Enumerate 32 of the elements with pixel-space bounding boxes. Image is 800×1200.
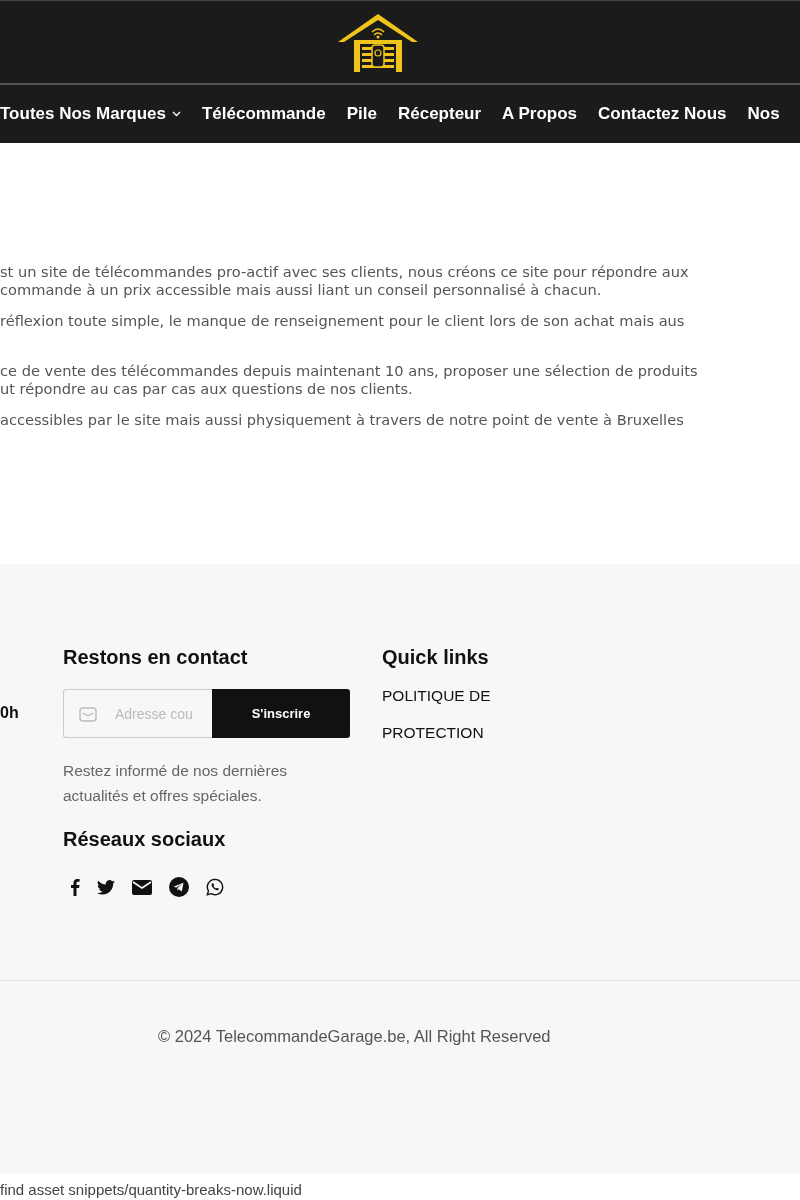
telegram-icon[interactable] bbox=[169, 877, 189, 897]
newsletter-note: Restez informé de nos dernières actualités et offres spéciales. bbox=[63, 761, 288, 806]
error-message: find asset snippets/quantity-breaks-now.liquid bbox=[0, 1180, 303, 1200]
quick-link[interactable]: PROTECTION bbox=[382, 714, 484, 751]
paragraph-line: ce de vente des télécommandes depuis maintenant 10 ans, proposer une sélection de produits bbox=[0, 362, 698, 380]
caret-icon bbox=[171, 111, 181, 117]
paragraph-line: ut répondre au cas par cas aux questions de nos clients. bbox=[0, 380, 413, 398]
nav-link[interactable]: Télécommande bbox=[201, 104, 326, 124]
hours-text: 0h bbox=[0, 704, 19, 722]
envelope-icon bbox=[79, 706, 97, 722]
nav-link[interactable]: Nos bbox=[747, 104, 780, 124]
email-field[interactable]: Adresse cou bbox=[63, 689, 212, 738]
envelope-icon[interactable] bbox=[132, 879, 152, 895]
section-heading: Quick links bbox=[382, 646, 489, 669]
nav-link[interactable]: Contactez Nous bbox=[598, 104, 727, 124]
paragraph-line: accessibles par le site mais aussi physiquement à travers de notre point de vente à Bruxelles bbox=[0, 411, 684, 429]
section-heading: Réseaux sociaux bbox=[63, 828, 227, 851]
paragraph-line: réflexion toute simple, le manque de renseignement pour le client lors de son achat mais aus bbox=[0, 312, 685, 330]
whatsapp-icon[interactable] bbox=[206, 878, 224, 896]
nav-link[interactable]: Récepteur bbox=[397, 104, 482, 124]
garage-logo[interactable] bbox=[337, 11, 418, 73]
section-heading: Restons en contact bbox=[63, 646, 249, 669]
nav-link[interactable]: Pile bbox=[346, 104, 377, 124]
facebook-icon[interactable] bbox=[70, 878, 80, 896]
paragraph-line: st un site de télécommandes pro-actif avec ses clients, nous créons ce site pour répondre aux bbox=[0, 263, 689, 281]
quick-link[interactable]: POLITIQUE DE bbox=[382, 677, 491, 714]
subscribe-button[interactable]: S'inscrire bbox=[212, 689, 350, 738]
paragraph-line: commande à un prix accessible mais aussi liant un conseil personnalisé à chacun. bbox=[0, 281, 602, 299]
nav-link[interactable]: A Propos bbox=[502, 104, 578, 124]
copyright-text: © 2024 TelecommandeGarage.be, All Right Reserved bbox=[157, 1025, 552, 1047]
nav-link[interactable]: Toutes Nos Marques bbox=[0, 104, 181, 124]
twitter-icon[interactable] bbox=[97, 879, 115, 895]
